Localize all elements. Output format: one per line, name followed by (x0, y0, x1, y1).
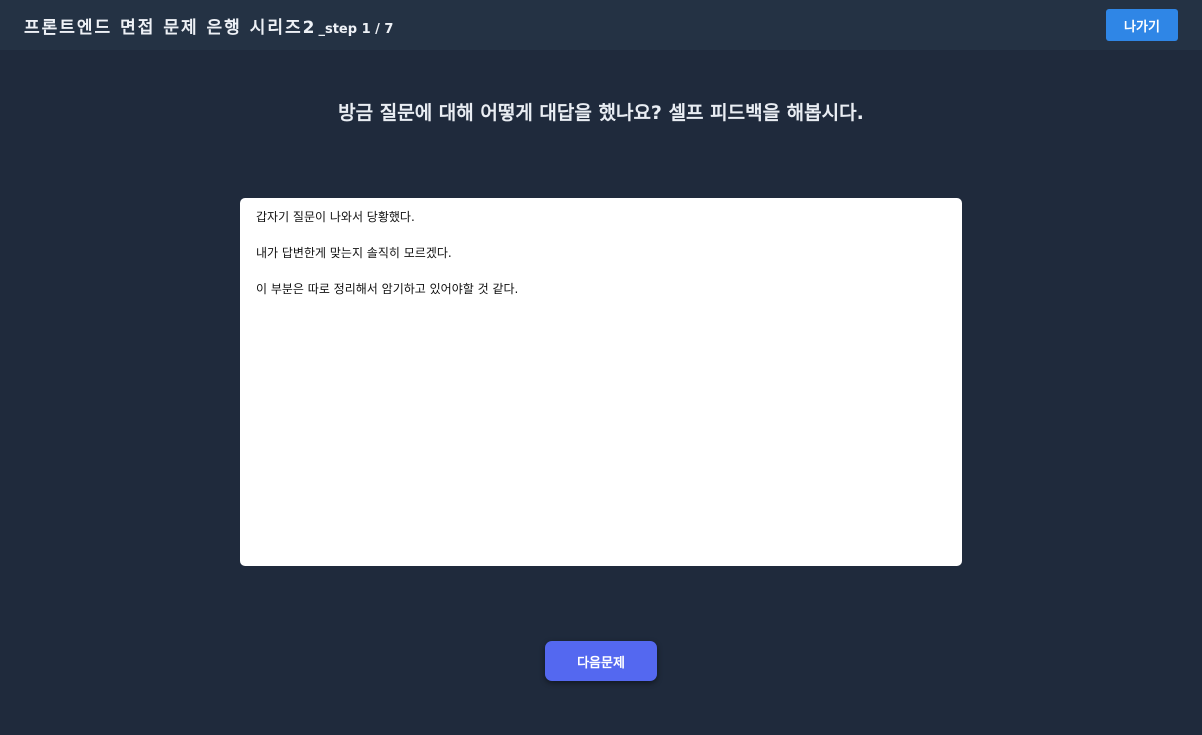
next-question-button[interactable]: 다음문제 (545, 641, 657, 681)
exit-button[interactable]: 나가기 (1106, 9, 1178, 41)
step-indicator: _step 1 / 7 (318, 22, 394, 37)
series-title: 프론트엔드 면접 문제 은행 시리즈2 (24, 18, 317, 38)
self-feedback-input[interactable]: 갑자기 질문이 나와서 당황했다. 내가 답변한게 맞는지 솔직히 모르겠다. … (240, 198, 962, 566)
header-title: 프론트엔드 면접 문제 은행 시리즈2 _step 1 / 7 (24, 13, 393, 38)
top-header: 프론트엔드 면접 문제 은행 시리즈2 _step 1 / 7 나가기 (0, 0, 1202, 50)
question-heading: 방금 질문에 대해 어떻게 대답을 했나요? 셀프 피드백을 해봅시다. (338, 102, 864, 124)
